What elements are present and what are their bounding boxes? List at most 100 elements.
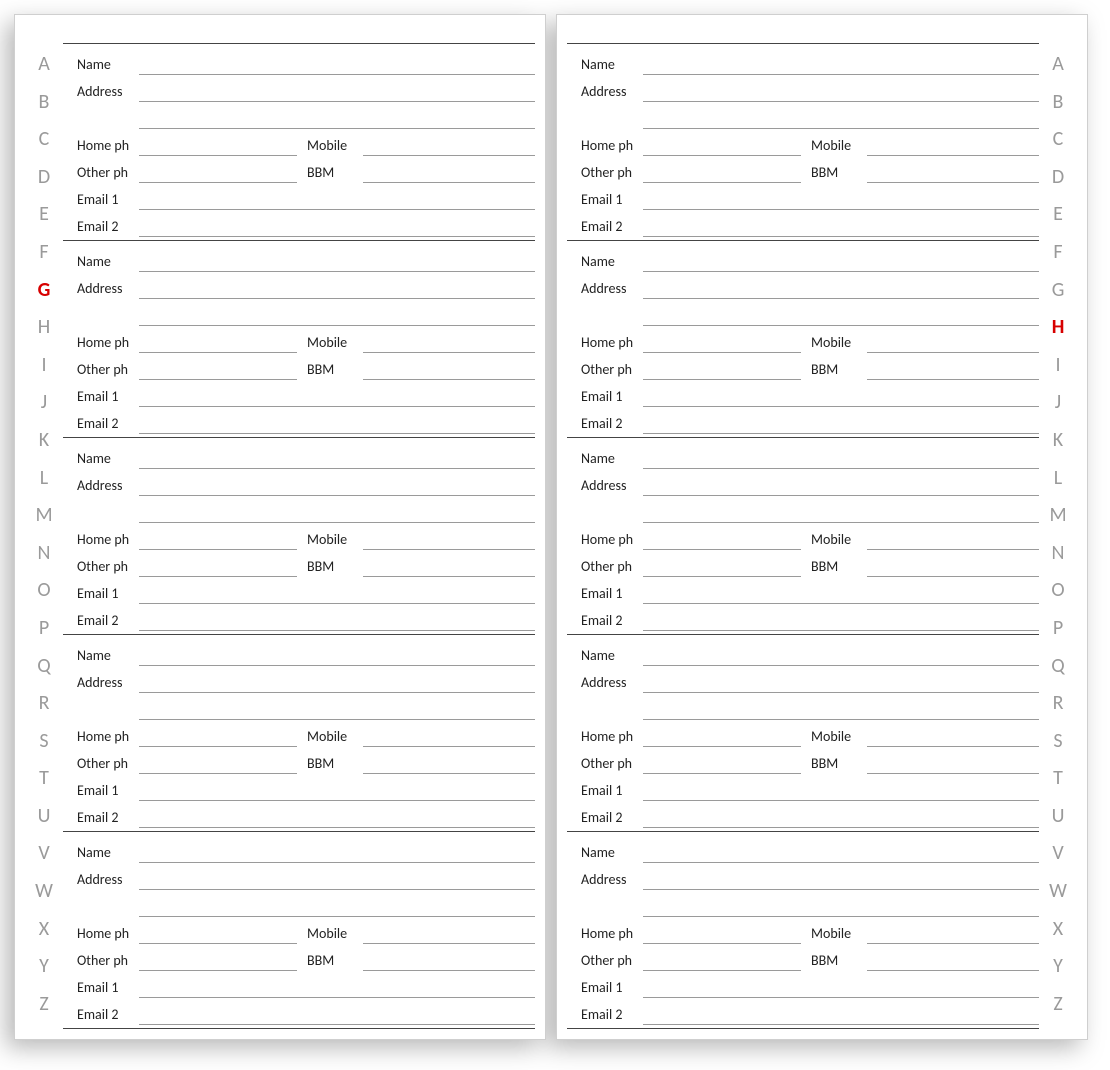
bbm-field[interactable] <box>363 156 535 183</box>
address-field[interactable] <box>139 666 535 693</box>
bbm-field[interactable] <box>867 156 1039 183</box>
email-1-field[interactable] <box>643 183 1039 210</box>
alphabet-tab-h[interactable]: H <box>25 310 63 346</box>
alphabet-tab-x[interactable]: X <box>25 912 63 948</box>
alphabet-tab-p[interactable]: P <box>25 611 63 647</box>
alphabet-tab-w[interactable]: W <box>1039 874 1077 910</box>
name-field[interactable] <box>139 836 535 863</box>
mobile-phone-field[interactable] <box>867 326 1039 353</box>
email-1-field[interactable] <box>139 183 535 210</box>
email-1-field[interactable] <box>139 577 535 604</box>
alphabet-tab-p[interactable]: P <box>1039 611 1077 647</box>
alphabet-tab-z[interactable]: Z <box>25 987 63 1023</box>
email-2-field[interactable] <box>139 998 535 1025</box>
alphabet-tab-z[interactable]: Z <box>1039 987 1077 1023</box>
address-field[interactable] <box>643 666 1039 693</box>
alphabet-tab-v[interactable]: V <box>25 836 63 872</box>
name-field[interactable] <box>139 48 535 75</box>
other-phone-field[interactable] <box>139 353 297 380</box>
address-field-line2[interactable] <box>643 693 1039 720</box>
mobile-phone-field[interactable] <box>363 523 535 550</box>
mobile-phone-field[interactable] <box>363 129 535 156</box>
alphabet-tab-u[interactable]: U <box>1039 799 1077 835</box>
other-phone-field[interactable] <box>643 550 801 577</box>
alphabet-tab-e[interactable]: E <box>25 197 63 233</box>
home-phone-field[interactable] <box>139 129 297 156</box>
alphabet-tab-o[interactable]: O <box>1039 573 1077 609</box>
bbm-field[interactable] <box>363 944 535 971</box>
mobile-phone-field[interactable] <box>867 129 1039 156</box>
address-field-line2[interactable] <box>643 299 1039 326</box>
other-phone-field[interactable] <box>643 944 801 971</box>
email-2-field[interactable] <box>643 998 1039 1025</box>
email-2-field[interactable] <box>643 407 1039 434</box>
bbm-field[interactable] <box>867 944 1039 971</box>
address-field-line2[interactable] <box>139 299 535 326</box>
mobile-phone-field[interactable] <box>867 523 1039 550</box>
alphabet-tab-h[interactable]: H <box>1039 310 1077 346</box>
email-2-field[interactable] <box>139 407 535 434</box>
alphabet-tab-u[interactable]: U <box>25 799 63 835</box>
alphabet-tab-n[interactable]: N <box>25 536 63 572</box>
mobile-phone-field[interactable] <box>363 720 535 747</box>
email-2-field[interactable] <box>643 801 1039 828</box>
name-field[interactable] <box>643 639 1039 666</box>
email-1-field[interactable] <box>643 577 1039 604</box>
bbm-field[interactable] <box>363 747 535 774</box>
alphabet-tab-w[interactable]: W <box>25 874 63 910</box>
alphabet-tab-i[interactable]: I <box>1039 348 1077 384</box>
alphabet-tab-s[interactable]: S <box>1039 724 1077 760</box>
alphabet-tab-b[interactable]: B <box>1039 85 1077 121</box>
alphabet-tab-g[interactable]: G <box>25 273 63 309</box>
alphabet-tab-l[interactable]: L <box>1039 461 1077 497</box>
alphabet-tab-a[interactable]: A <box>1039 47 1077 83</box>
email-1-field[interactable] <box>139 971 535 998</box>
address-field[interactable] <box>139 469 535 496</box>
home-phone-field[interactable] <box>643 523 801 550</box>
email-2-field[interactable] <box>643 604 1039 631</box>
name-field[interactable] <box>139 442 535 469</box>
alphabet-tab-q[interactable]: Q <box>25 649 63 685</box>
other-phone-field[interactable] <box>643 353 801 380</box>
mobile-phone-field[interactable] <box>867 720 1039 747</box>
other-phone-field[interactable] <box>139 944 297 971</box>
alphabet-tab-n[interactable]: N <box>1039 536 1077 572</box>
address-field[interactable] <box>643 272 1039 299</box>
bbm-field[interactable] <box>867 747 1039 774</box>
email-1-field[interactable] <box>643 971 1039 998</box>
address-field-line2[interactable] <box>139 890 535 917</box>
alphabet-tab-g[interactable]: G <box>1039 273 1077 309</box>
alphabet-tab-f[interactable]: F <box>25 235 63 271</box>
name-field[interactable] <box>643 836 1039 863</box>
mobile-phone-field[interactable] <box>363 917 535 944</box>
alphabet-tab-c[interactable]: C <box>25 122 63 158</box>
other-phone-field[interactable] <box>139 550 297 577</box>
alphabet-tab-s[interactable]: S <box>25 724 63 760</box>
alphabet-tab-d[interactable]: D <box>1039 160 1077 196</box>
name-field[interactable] <box>643 48 1039 75</box>
alphabet-tab-m[interactable]: M <box>1039 498 1077 534</box>
alphabet-tab-q[interactable]: Q <box>1039 649 1077 685</box>
address-field-line2[interactable] <box>643 496 1039 523</box>
address-field[interactable] <box>139 272 535 299</box>
other-phone-field[interactable] <box>139 156 297 183</box>
name-field[interactable] <box>643 442 1039 469</box>
email-1-field[interactable] <box>643 380 1039 407</box>
email-2-field[interactable] <box>139 801 535 828</box>
name-field[interactable] <box>139 245 535 272</box>
home-phone-field[interactable] <box>643 326 801 353</box>
home-phone-field[interactable] <box>139 720 297 747</box>
home-phone-field[interactable] <box>139 917 297 944</box>
email-2-field[interactable] <box>139 210 535 237</box>
alphabet-tab-j[interactable]: J <box>1039 385 1077 421</box>
bbm-field[interactable] <box>867 353 1039 380</box>
bbm-field[interactable] <box>363 353 535 380</box>
alphabet-tab-a[interactable]: A <box>25 47 63 83</box>
alphabet-tab-k[interactable]: K <box>25 423 63 459</box>
email-2-field[interactable] <box>139 604 535 631</box>
alphabet-tab-e[interactable]: E <box>1039 197 1077 233</box>
alphabet-tab-x[interactable]: X <box>1039 912 1077 948</box>
home-phone-field[interactable] <box>643 129 801 156</box>
other-phone-field[interactable] <box>643 747 801 774</box>
bbm-field[interactable] <box>363 550 535 577</box>
